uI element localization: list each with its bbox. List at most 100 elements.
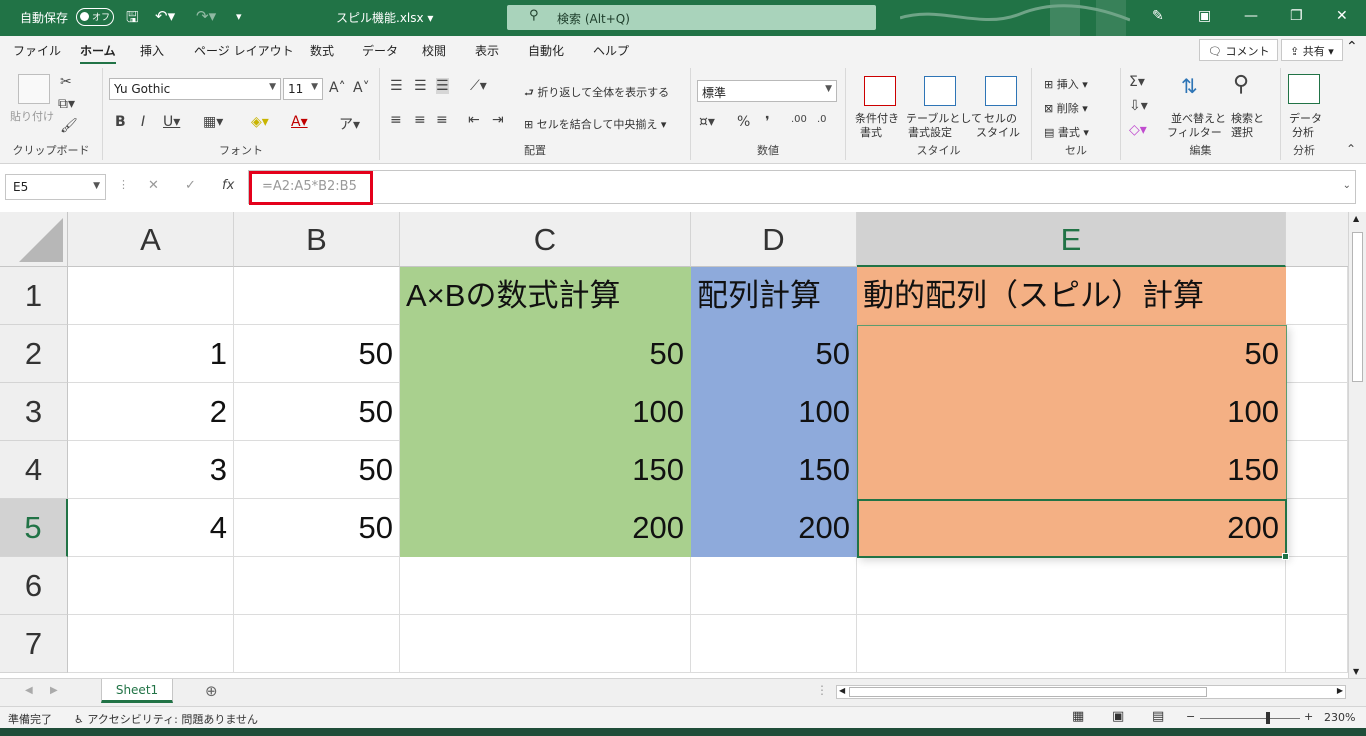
row-header-5[interactable]: 5 — [0, 499, 68, 557]
cell-styles-icon[interactable] — [985, 76, 1017, 106]
column-header-f[interactable] — [1286, 212, 1348, 267]
vertical-scrollbar[interactable]: ▲ ▼ — [1348, 212, 1366, 678]
zoom-slider-thumb[interactable] — [1266, 712, 1270, 724]
paste-button[interactable]: 貼り付け — [10, 108, 54, 124]
cell-c4[interactable]: 150 — [400, 441, 691, 499]
expand-formula-icon[interactable]: ⌄ — [1343, 180, 1351, 191]
row-header-7[interactable]: 7 — [0, 615, 68, 673]
tab-formulas[interactable]: 数式 — [310, 42, 334, 59]
customize-qat-icon[interactable]: ▾ — [236, 10, 242, 23]
row-header-6[interactable]: 6 — [0, 557, 68, 615]
cell-a4[interactable]: 3 — [68, 441, 234, 499]
tab-home[interactable]: ホーム — [80, 42, 116, 65]
cell-e2[interactable]: 50 — [857, 325, 1286, 383]
scroll-up-icon[interactable]: ▲ — [1353, 214, 1359, 223]
formula-input[interactable]: =A2:A5*B2:B5 ⌄ — [248, 170, 1356, 204]
sort-filter-line2[interactable]: フィルター — [1167, 124, 1222, 140]
zoom-slider-track[interactable] — [1200, 718, 1300, 719]
sheet-tab-sheet1[interactable]: Sheet1 — [101, 679, 173, 703]
clear-icon[interactable]: ◇▾ — [1129, 122, 1147, 138]
vertical-scroll-thumb[interactable] — [1352, 232, 1363, 382]
page-layout-view-icon[interactable]: ▣ — [1112, 709, 1124, 724]
number-format-select[interactable]: 標準 ▼ — [697, 80, 837, 102]
cell-a2[interactable]: 1 — [68, 325, 234, 383]
undo-icon[interactable]: ↶▾ — [155, 7, 175, 25]
cell-c2[interactable]: 50 — [400, 325, 691, 383]
redo-icon[interactable]: ↷▾ — [196, 7, 216, 25]
cell-b3[interactable]: 50 — [234, 383, 400, 441]
cell-e5[interactable]: 200 — [857, 499, 1286, 557]
minimize-icon[interactable]: — — [1244, 8, 1258, 24]
cell-d5[interactable]: 200 — [691, 499, 857, 557]
cell-a5[interactable]: 4 — [68, 499, 234, 557]
font-size-select[interactable]: 11 ▼ — [283, 78, 323, 100]
row-header-2[interactable]: 2 — [0, 325, 68, 383]
cell-f6[interactable] — [1286, 557, 1348, 615]
cut-icon[interactable]: ✂ — [60, 74, 72, 90]
bold-icon[interactable]: B — [115, 114, 126, 130]
select-all-corner[interactable] — [0, 212, 68, 267]
cell-e6[interactable] — [857, 557, 1286, 615]
cancel-icon[interactable]: ✕ — [148, 178, 159, 193]
wrap-text-button[interactable]: ⮐ 折り返して全体を表示する — [524, 84, 669, 103]
name-box[interactable]: E5 ▼ — [5, 174, 106, 200]
cell-b1[interactable] — [234, 267, 400, 325]
cell-f2[interactable] — [1286, 325, 1348, 383]
scroll-right-icon[interactable]: ▶ — [1337, 686, 1343, 695]
orientation-icon[interactable]: ⟋▾ — [470, 78, 487, 94]
comma-icon[interactable]: ❜ — [765, 114, 770, 130]
cell-d3[interactable]: 100 — [691, 383, 857, 441]
sort-filter-icon[interactable]: ⇅ — [1181, 74, 1198, 98]
scroll-down-icon[interactable]: ▼ — [1353, 667, 1359, 676]
split-handle-icon[interactable]: ⋮ — [816, 683, 828, 697]
cell-e1[interactable]: 動的配列（スピル）計算 — [857, 267, 1286, 325]
pen-icon[interactable]: ✎ — [1152, 8, 1164, 24]
cell-e3[interactable]: 100 — [857, 383, 1286, 441]
cell-d7[interactable] — [691, 615, 857, 673]
font-name-select[interactable]: Yu Gothic ▼ — [109, 78, 281, 100]
enter-icon[interactable]: ✓ — [185, 178, 196, 193]
tab-page-layout[interactable]: ページ レイアウト — [194, 42, 294, 59]
ribbon-display-icon[interactable]: ▣ — [1198, 8, 1211, 24]
align-top-icon[interactable]: ☰ — [390, 78, 403, 94]
increase-decimal-icon[interactable]: .00 — [791, 114, 807, 125]
currency-icon[interactable]: ¤▾ — [699, 114, 715, 130]
tab-file[interactable]: ファイル — [13, 42, 61, 59]
underline-icon[interactable]: U▾ — [163, 114, 180, 130]
page-break-view-icon[interactable]: ▤ — [1152, 709, 1164, 724]
format-cells-button[interactable]: ▤ 書式 ▾ — [1044, 124, 1089, 140]
zoom-in-icon[interactable]: + — [1304, 710, 1313, 723]
align-middle-icon[interactable]: ☰ — [414, 78, 427, 94]
cell-c1[interactable]: A×Bの数式計算 — [400, 267, 691, 325]
tab-review[interactable]: 校閲 — [422, 42, 446, 59]
save-icon[interactable]: 🖫 — [126, 7, 139, 32]
percent-icon[interactable]: % — [737, 114, 750, 130]
fill-color-icon[interactable]: ◈▾ — [251, 114, 269, 130]
column-header-b[interactable]: B — [234, 212, 400, 267]
row-header-3[interactable]: 3 — [0, 383, 68, 441]
format-painter-icon[interactable]: 🖌 — [60, 118, 78, 134]
increase-font-icon[interactable]: A˄ — [329, 80, 346, 96]
cell-b4[interactable]: 50 — [234, 441, 400, 499]
cell-d1[interactable]: 配列計算 — [691, 267, 857, 325]
column-header-c[interactable]: C — [400, 212, 691, 267]
cell-c3[interactable]: 100 — [400, 383, 691, 441]
tab-automate[interactable]: 自動化 — [528, 42, 564, 59]
cell-b5[interactable]: 50 — [234, 499, 400, 557]
cell-f4[interactable] — [1286, 441, 1348, 499]
tab-insert[interactable]: 挿入 — [140, 42, 164, 59]
worksheet-grid[interactable]: A B C D E 1 2 3 4 5 6 7 A×Bの数式計算 配列計算 動的… — [0, 212, 1348, 678]
cell-a7[interactable] — [68, 615, 234, 673]
row-header-1[interactable]: 1 — [0, 267, 68, 325]
format-table-icon[interactable] — [924, 76, 956, 106]
cell-b6[interactable] — [234, 557, 400, 615]
cell-f7[interactable] — [1286, 615, 1348, 673]
accessibility-status[interactable]: ♿ アクセシビリティ: 問題ありません — [74, 711, 258, 727]
cell-f5[interactable] — [1286, 499, 1348, 557]
delete-cells-button[interactable]: ⊠ 削除 ▾ — [1044, 100, 1088, 116]
share-button[interactable]: ⇪ 共有 ▾ — [1281, 39, 1343, 61]
analyze-data-line2[interactable]: 分析 — [1292, 124, 1314, 140]
decrease-indent-icon[interactable]: ⇤ — [468, 112, 480, 128]
phonetic-icon[interactable]: ア▾ — [339, 114, 360, 134]
cell-d6[interactable] — [691, 557, 857, 615]
